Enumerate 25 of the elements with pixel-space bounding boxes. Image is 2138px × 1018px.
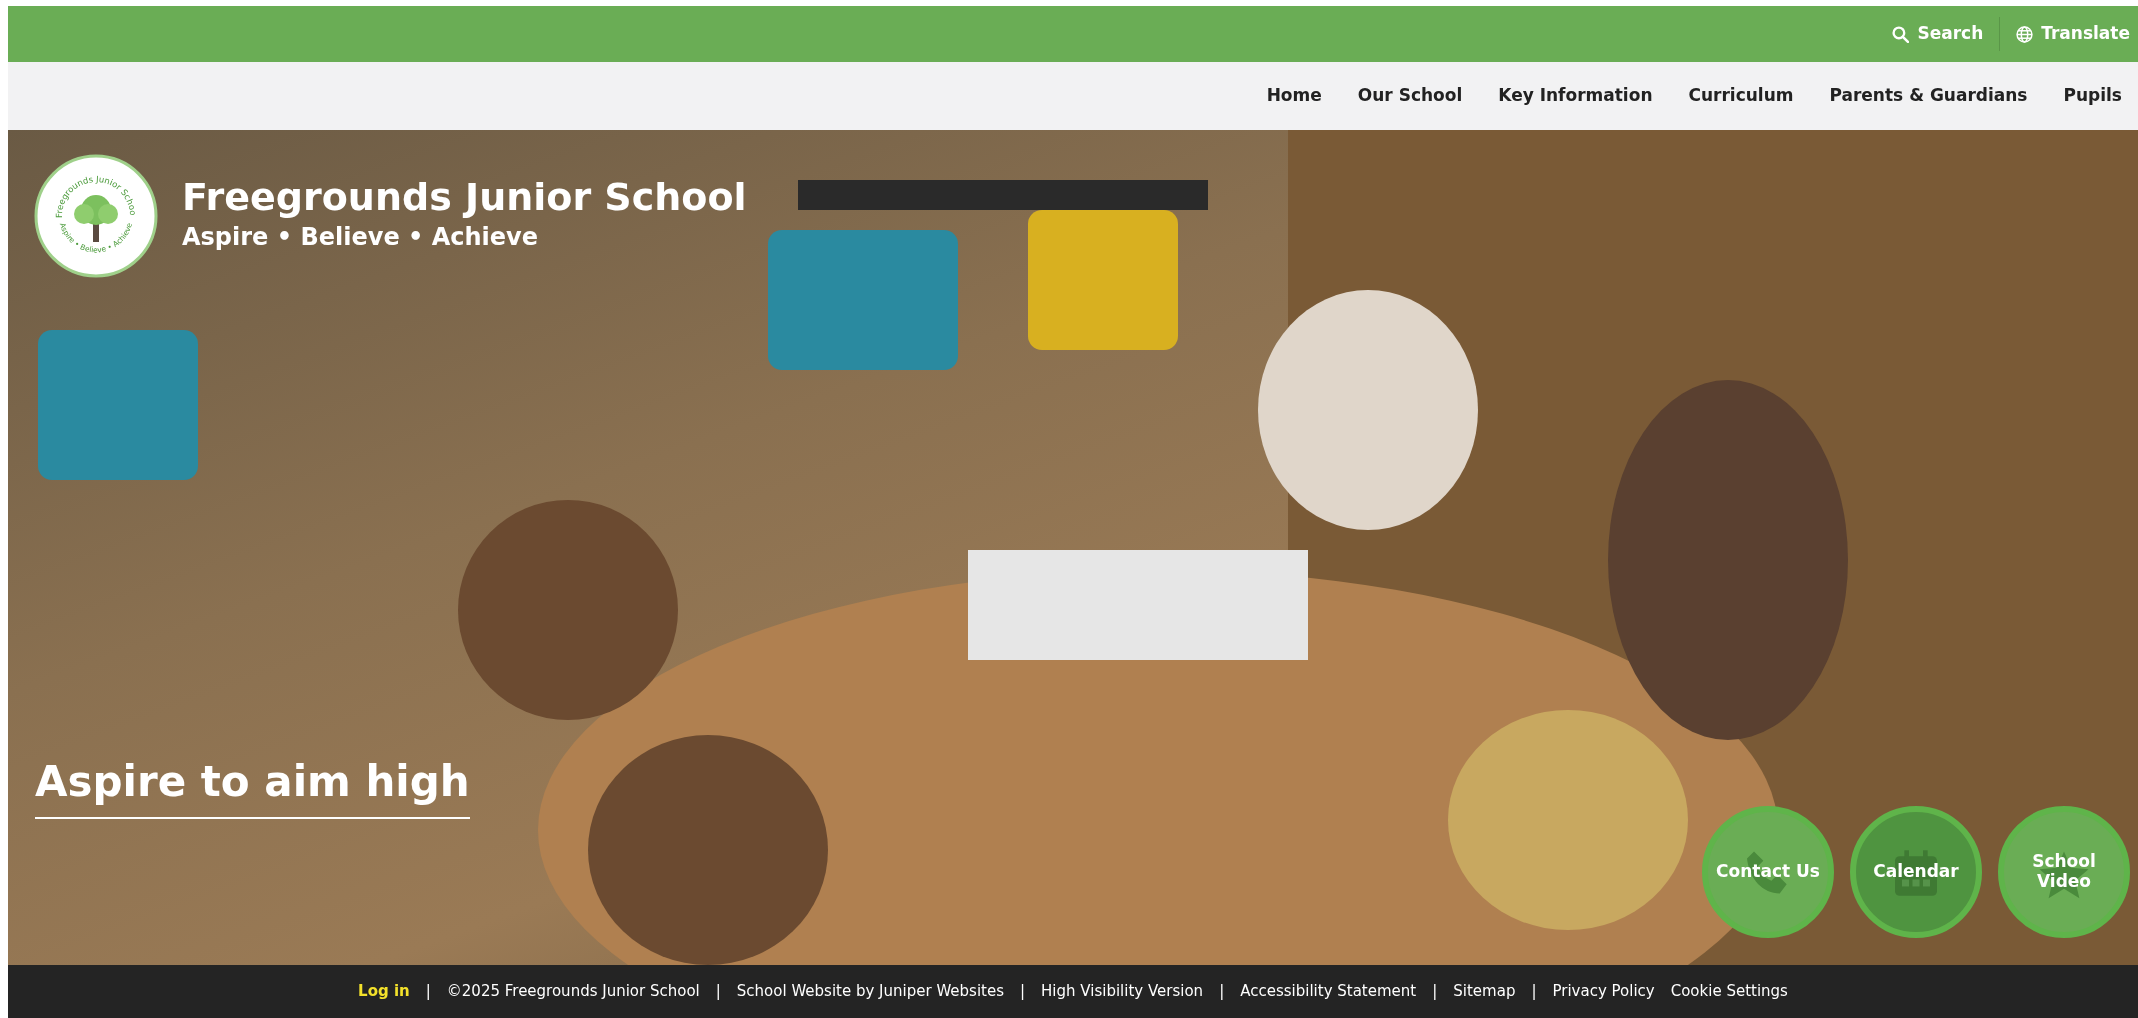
- footer-link[interactable]: Cookie Settings: [1670, 980, 1788, 1003]
- copyright-text: ©2025 Freegrounds Junior School: [446, 981, 700, 1003]
- footer-link[interactable]: Privacy Policy: [1552, 980, 1655, 1003]
- separator: |: [1020, 981, 1026, 1003]
- footer-link[interactable]: School Website by Juniper Websites: [736, 980, 1005, 1003]
- separator: |: [1432, 981, 1438, 1003]
- globe-icon: [2016, 25, 2034, 43]
- nav-link[interactable]: Our School: [1357, 83, 1463, 109]
- separator: |: [715, 981, 721, 1003]
- nav-link[interactable]: Pupils: [2063, 83, 2122, 109]
- separator: |: [425, 981, 431, 1003]
- separator: |: [1219, 981, 1225, 1003]
- footer-link[interactable]: High Visibility Version: [1041, 980, 1204, 1003]
- separator: |: [1531, 981, 1537, 1003]
- footer-link[interactable]: Log in: [358, 980, 410, 1003]
- nav-link[interactable]: Key Information: [1498, 83, 1653, 109]
- nav-link[interactable]: Parents & Guardians: [1829, 83, 2028, 109]
- hero-caption: Aspire to aim high: [35, 750, 470, 819]
- nav-link[interactable]: Curriculum: [1688, 83, 1794, 109]
- footer-link[interactable]: Accessibility Statement: [1240, 980, 1417, 1003]
- school-name: Freegrounds Junior School: [182, 177, 747, 219]
- school-motto: Aspire • Believe • Achieve: [182, 221, 539, 253]
- nav-link[interactable]: Home: [1266, 83, 1322, 109]
- footer-link[interactable]: Sitemap: [1453, 980, 1516, 1003]
- search-icon: [1892, 25, 1910, 43]
